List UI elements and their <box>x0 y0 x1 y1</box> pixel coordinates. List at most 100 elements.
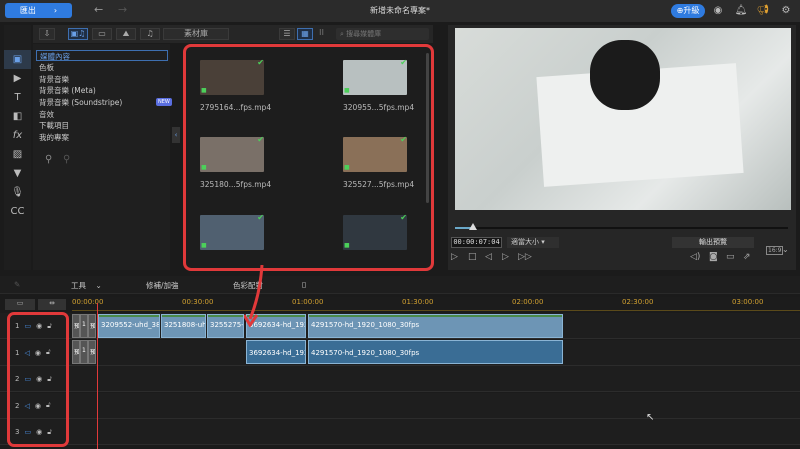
category-my-projects[interactable]: 我的專案 <box>36 132 168 143</box>
category-label: 色板 <box>39 63 54 72</box>
snapshot-icon[interactable]: ◙ <box>709 252 718 262</box>
gear-icon[interactable]: ⚙ <box>779 4 793 18</box>
aspect-ratio-selector[interactable]: 16:9 <box>766 246 784 255</box>
chevron-down-icon[interactable]: ⌄ <box>782 245 789 254</box>
playhead[interactable] <box>97 303 98 449</box>
fit-label: 適當大小 <box>511 238 539 246</box>
audio-filter-icon[interactable]: ♫ <box>140 28 160 40</box>
category-downloads[interactable]: 下載項目 <box>36 120 168 131</box>
transition-room-icon[interactable]: ◧ <box>4 107 31 126</box>
zoom-fit-dropdown[interactable]: 適當大小 ▾ <box>507 237 559 248</box>
remove-tag-icon[interactable]: ⚲ <box>63 154 70 165</box>
mobile-icon[interactable]: ▯ <box>302 280 306 289</box>
small-clip[interactable]: 預 <box>72 314 80 338</box>
media-name: 320955...5fps.mp4 <box>343 103 415 112</box>
media-thumbnail: ✔ ■ <box>343 213 407 250</box>
media-filter-all-icon[interactable]: ▣♫ <box>68 28 88 40</box>
particle-room-icon[interactable]: ▼ <box>4 164 31 183</box>
tools-dropdown[interactable]: 工具 ⌄ <box>71 280 102 291</box>
timeline-track[interactable] <box>0 366 800 392</box>
upgrade-button[interactable]: ⊕升級 <box>671 4 705 18</box>
pen-icon[interactable]: ✎ <box>14 280 20 289</box>
video-clip[interactable]: 4291570-hd_1920_1080_30fps <box>308 314 563 338</box>
template-room-icon[interactable]: ▶ <box>4 69 31 88</box>
category-sfx[interactable]: 音效 <box>36 109 168 120</box>
small-clip[interactable]: 預 <box>72 340 80 364</box>
search-input[interactable]: ⌕ 搜尋媒體庫 <box>336 28 429 40</box>
redo-icon[interactable]: → <box>118 3 127 16</box>
media-item[interactable]: ✔ ■ 325527...5fps.mp4 <box>343 135 414 189</box>
small-clip[interactable]: 預 <box>88 314 96 338</box>
scrollbar[interactable] <box>426 53 429 203</box>
volume-icon[interactable]: ◁) <box>690 252 700 262</box>
megaphone-icon[interactable]: 📢︎ <box>756 4 770 18</box>
stop-icon[interactable]: □ <box>468 252 477 262</box>
category-bgm-soundstripe[interactable]: 背景音樂 (Soundstripe) NEW <box>36 97 172 108</box>
ruler-label: 02:30:00 <box>622 298 654 306</box>
import-icon[interactable]: ⇩ <box>39 28 55 40</box>
upgrade-label: 升級 <box>683 6 700 15</box>
title-room-icon[interactable]: T <box>4 88 31 107</box>
bell-icon[interactable]: 🔔︎ <box>734 4 748 18</box>
media-item[interactable]: ✔ ■ 320955...5fps.mp4 <box>343 58 415 112</box>
media-item[interactable]: ✔ ■ <box>200 213 270 250</box>
next-frame-icon[interactable]: ▷ <box>502 252 509 262</box>
sort-icon[interactable]: ⁝⁝ <box>319 28 324 37</box>
category-color-board[interactable]: 色板 <box>36 62 168 73</box>
fast-forward-icon[interactable]: ▷▷ <box>518 252 532 262</box>
add-tag-icon[interactable]: ⚲ <box>45 154 52 165</box>
category-media[interactable]: 媒體內容 <box>36 50 168 61</box>
timeline-ruler[interactable]: 00:00:00 00:30:00 01:00:00 01:30:00 02:00:00… <box>72 297 800 311</box>
small-clip[interactable]: 預 <box>88 340 96 364</box>
video-clip[interactable]: 3251808-uh <box>161 314 206 338</box>
timeline-track[interactable] <box>0 392 800 419</box>
display-icon[interactable]: ▭ <box>726 252 735 262</box>
timeline-track[interactable] <box>0 419 800 445</box>
collapse-panel-button[interactable]: ‹ <box>172 127 180 143</box>
media-item[interactable]: ✔ ■ 325180...5fps.mp4 <box>200 135 271 189</box>
subtitle-room-icon[interactable]: CC <box>4 202 31 221</box>
audio-clip[interactable]: 4291570-hd_1920_1080_30fps <box>308 340 563 364</box>
fix-enhance-button[interactable]: 修補/加強 <box>146 280 179 291</box>
image-filter-icon[interactable]: ⛰ <box>116 28 136 40</box>
media-item[interactable]: ✔ ■ 2795164...fps.mp4 <box>200 58 271 112</box>
grid-view-icon[interactable]: ▦ <box>297 28 313 40</box>
media-room-icon[interactable]: ▣ <box>4 50 31 69</box>
timeline-toolbar <box>0 276 800 294</box>
media-grid: ✔ ■ 2795164...fps.mp4 ✔ ■ 320955...5fps.mp4 … <box>183 44 434 271</box>
category-label: 我的專案 <box>39 133 69 142</box>
undock-icon[interactable]: ⇗ <box>743 252 751 262</box>
category-bgm-meta[interactable]: 背景音樂 (Meta) <box>36 85 168 96</box>
video-clip[interactable]: 3209552-uhd_38 <box>98 314 160 338</box>
small-clip[interactable]: 1 <box>80 314 88 338</box>
video-icon: ■ <box>344 164 350 171</box>
output-preview-button[interactable]: 輸出預覽 <box>672 237 754 248</box>
media-item[interactable]: ✔ ■ <box>343 213 413 250</box>
scrubber-handle[interactable] <box>469 223 477 230</box>
audio-clip[interactable]: 3692634-hd_192 <box>246 340 306 364</box>
media-toolbar: ⇩ ▣♫ ▭ ⛰ ♫ 素材庫 ☰ ▦ ⁝⁝ ⌕ 搜尋媒體庫 <box>33 25 433 43</box>
effect-room-icon[interactable]: fx <box>4 126 31 145</box>
tools-label: 工具 <box>71 281 86 290</box>
video-filter-icon[interactable]: ▭ <box>92 28 112 40</box>
video-clip[interactable]: 3255275- <box>207 314 244 338</box>
category-bgm[interactable]: 背景音樂 <box>36 74 168 85</box>
preview-scrubber[interactable] <box>455 227 788 229</box>
pip-room-icon[interactable]: ▨ <box>4 145 31 164</box>
fit-timeline-icon[interactable]: ⇹ <box>38 299 66 310</box>
undo-icon[interactable]: ← <box>94 3 103 16</box>
check-icon: ✔ <box>257 58 264 67</box>
export-button[interactable]: 匯出 › <box>5 3 72 18</box>
list-view-icon[interactable]: ☰ <box>279 28 295 40</box>
prev-frame-icon[interactable]: ◁ <box>485 252 492 262</box>
small-clip[interactable]: 1 <box>80 340 88 364</box>
ruler-label: 01:30:00 <box>402 298 434 306</box>
category-label: 背景音樂 (Soundstripe) <box>39 98 123 107</box>
library-button[interactable]: 素材庫 <box>163 28 229 40</box>
account-icon[interactable]: ◉ <box>711 4 725 18</box>
microphone-icon[interactable]: 🎙︎ <box>4 183 31 202</box>
track-manager-icon[interactable]: ▭ <box>5 299 35 310</box>
category-list: 媒體內容 色板 背景音樂 背景音樂 (Meta) 背景音樂 (Soundstri… <box>33 44 172 270</box>
play-icon[interactable]: ▷ <box>451 252 458 262</box>
timecode[interactable]: 00:00:07:04 <box>451 237 502 248</box>
